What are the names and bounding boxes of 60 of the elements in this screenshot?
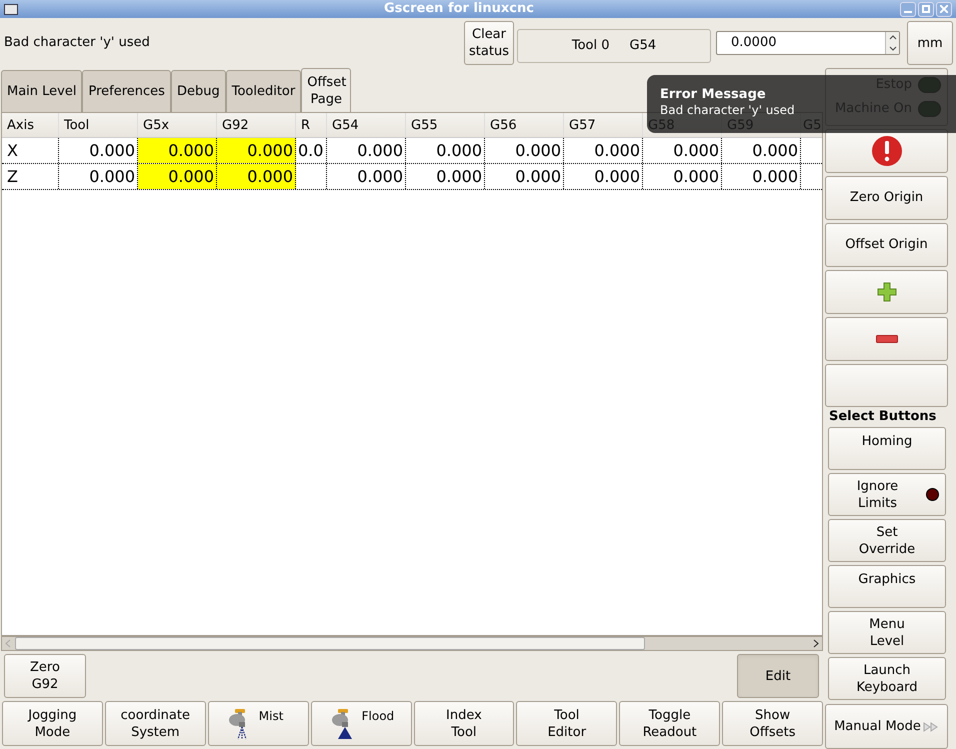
select-button[interactable]: Set Override xyxy=(828,519,946,562)
plus-icon xyxy=(876,282,896,302)
mode-button[interactable]: Index Tool xyxy=(414,701,514,746)
column-header[interactable]: G54 xyxy=(327,113,406,137)
maximize-icon[interactable] xyxy=(918,2,934,16)
column-header[interactable]: R xyxy=(296,113,327,137)
status-message: Bad character 'y' used xyxy=(4,34,151,52)
popup-title: Error Message xyxy=(660,87,766,103)
select-button[interactable]: Ignore Limits xyxy=(828,473,946,516)
column-header[interactable]: G92 xyxy=(217,113,296,137)
column-header[interactable]: Axis xyxy=(2,113,59,137)
scroll-thumb[interactable] xyxy=(15,637,645,650)
select-button[interactable]: Graphics xyxy=(828,565,946,608)
error-icon xyxy=(870,134,902,167)
select-button[interactable]: Homing xyxy=(828,427,946,470)
section-label: Select Buttons xyxy=(828,410,938,424)
fast-forward-icon xyxy=(922,722,939,732)
mode-button[interactable]: Tool Editor xyxy=(516,701,618,746)
mode-button[interactable]: Show Offsets xyxy=(722,701,823,746)
column-header[interactable]: Tool xyxy=(59,113,138,137)
flood-button[interactable]: Flood xyxy=(310,701,412,746)
tab[interactable]: Offset Page xyxy=(301,68,352,112)
column-header[interactable]: G55 xyxy=(406,113,485,137)
tab[interactable]: Preferences xyxy=(82,70,171,112)
mist-button[interactable]: Mist xyxy=(208,701,309,746)
tab[interactable]: Debug xyxy=(170,70,226,112)
decrease-button[interactable] xyxy=(825,316,948,361)
close-icon[interactable] xyxy=(936,2,952,16)
mode-button[interactable]: Toggle Readout xyxy=(619,701,720,746)
table-cell: 0.000 xyxy=(217,164,296,189)
column-header[interactable]: G56 xyxy=(485,113,564,137)
manual-mode-button[interactable]: Manual Mode xyxy=(825,704,948,749)
clear-status-button[interactable]: Clear status xyxy=(464,21,514,65)
tab[interactable]: Tooleditor xyxy=(226,70,302,112)
tool-number: Tool 0 xyxy=(572,37,610,56)
mode-button[interactable]: Jogging Mode xyxy=(2,701,103,746)
edit-button[interactable]: Edit xyxy=(737,654,819,698)
window-title: Gscreen for linuxcnc xyxy=(383,0,535,18)
select-button[interactable]: Launch Keyboard xyxy=(828,657,946,700)
minus-icon xyxy=(876,334,898,343)
increase-button[interactable] xyxy=(825,270,948,314)
units-button[interactable]: mm xyxy=(907,21,953,65)
table-cell: 0.000 xyxy=(138,138,217,163)
table-cell: 0.000 xyxy=(217,138,296,163)
spin-field[interactable]: 0.0000 xyxy=(716,31,900,55)
select-button[interactable]: Menu Level xyxy=(828,611,946,654)
zero-g92-button[interactable]: Zero G92 xyxy=(4,654,86,698)
empty-button[interactable] xyxy=(825,364,948,408)
window-menu-icon[interactable] xyxy=(4,4,18,14)
origin-button[interactable]: Zero Origin xyxy=(825,176,948,220)
column-header[interactable]: G57 xyxy=(564,113,643,137)
table-cell: 0.0 xyxy=(296,138,327,163)
minimize-icon[interactable] xyxy=(900,2,916,16)
tab[interactable]: Main Level xyxy=(1,70,82,112)
mode-button[interactable]: coordinate System xyxy=(104,701,206,746)
origin-button[interactable]: Offset Origin xyxy=(825,222,948,267)
column-header[interactable]: G5x xyxy=(138,113,217,137)
horizontal-scrollbar[interactable] xyxy=(1,636,823,651)
table-cell: 0.000 xyxy=(138,164,217,189)
coordinate-system: G54 xyxy=(630,37,656,56)
